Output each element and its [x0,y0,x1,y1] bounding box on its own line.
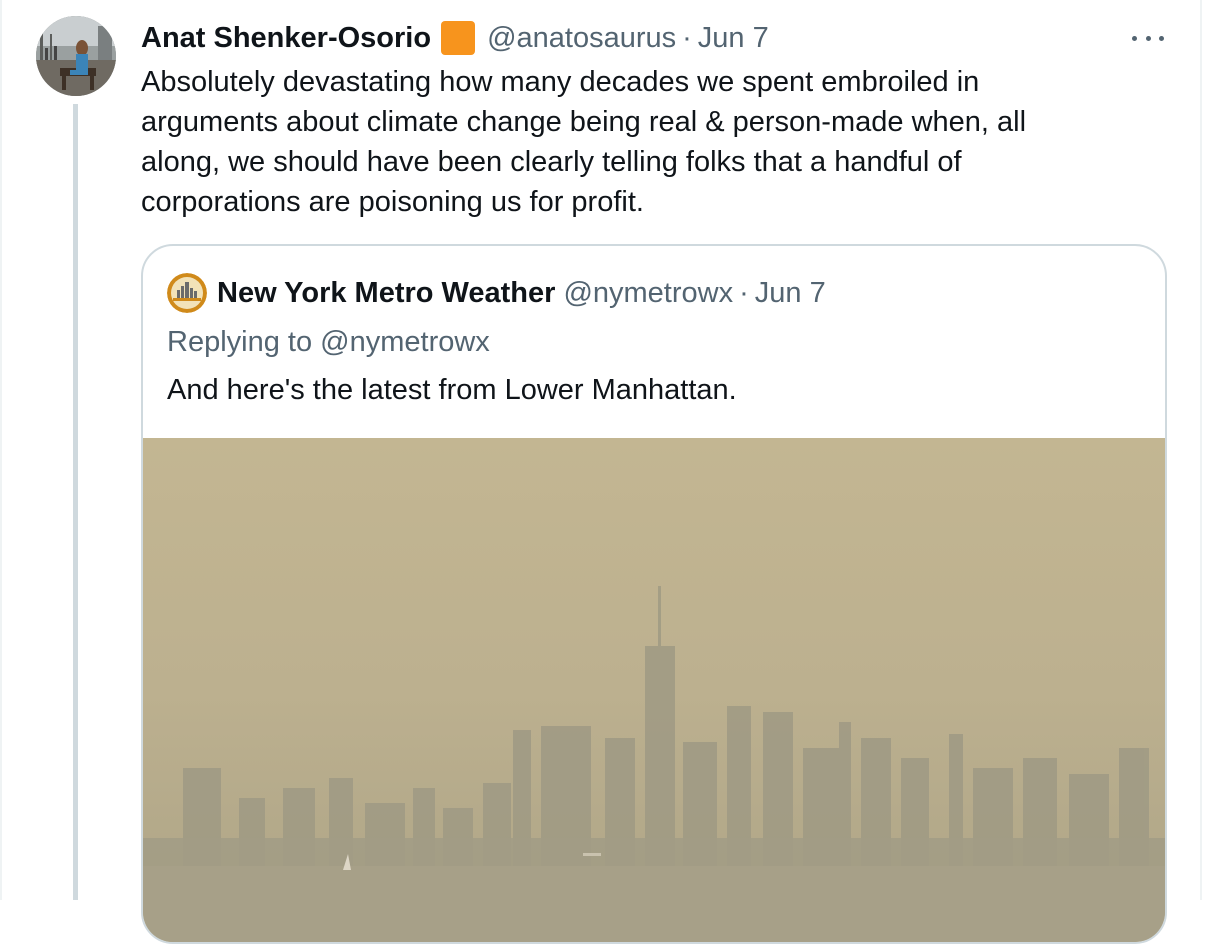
replying-to-prefix: Replying to [167,326,313,358]
tweet[interactable]: Anat Shenker-Osorio @anatosaurus · Jun 7… [0,0,1206,944]
more-horizontal-icon-dot [1145,35,1151,41]
quoted-tweet-photo[interactable] [143,438,1165,942]
verified-badge-icon [441,21,476,55]
more-horizontal-icon [1132,35,1137,41]
author-handle[interactable]: @anatosaurus [487,22,676,55]
quoted-tweet-date[interactable]: Jun 7 [755,277,826,310]
author-display-name[interactable]: Anat Shenker-Osorio [141,22,431,55]
quoted-separator-dot: · [739,276,749,309]
quoted-tweet-header: New York Metro Weather @nymetrowx · Jun … [167,273,826,313]
more-horizontal-icon-dot [1159,35,1164,41]
quoted-avatar [167,273,207,313]
avatar[interactable] [36,16,116,96]
quoted-tweet-card[interactable]: New York Metro Weather @nymetrowx · Jun … [141,244,1167,944]
quoted-tweet-text: And here's the latest from Lower Manhatt… [167,374,737,406]
replying-to-line: Replying to @nymetrowx [167,322,490,362]
separator-dot: · [682,21,692,54]
quoted-author-display-name[interactable]: New York Metro Weather [217,277,555,310]
tweet-header: Anat Shenker-Osorio @anatosaurus · Jun 7 [141,18,769,58]
tweet-text: Absolutely devastating how many decades … [141,66,1027,218]
quoted-author-handle[interactable]: @nymetrowx [563,277,733,310]
replying-to-mention[interactable]: @nymetrowx [320,326,490,358]
thread-connector-line [73,104,78,900]
tweet-date[interactable]: Jun 7 [698,22,769,55]
more-options-button[interactable] [1128,26,1168,50]
